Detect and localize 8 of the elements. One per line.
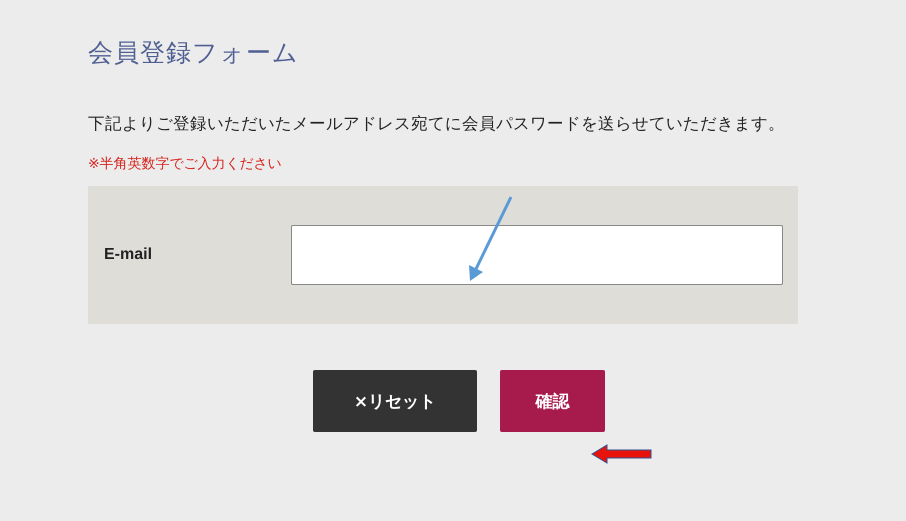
description-text: 下記よりご登録いただいたメールアドレス宛てに会員パスワードを送らせていただきます。	[88, 113, 786, 135]
notice-text: ※半角英数字でご入力ください	[88, 155, 283, 173]
field-label: E-mail	[103, 246, 154, 264]
confirm-button[interactable]: 確認	[500, 370, 605, 432]
form-title: 会員登録フォーム	[88, 37, 300, 69]
reset-button[interactable]: ×リセット	[313, 370, 477, 432]
arrow-icon	[591, 444, 653, 464]
email-input-field[interactable]	[291, 225, 783, 285]
